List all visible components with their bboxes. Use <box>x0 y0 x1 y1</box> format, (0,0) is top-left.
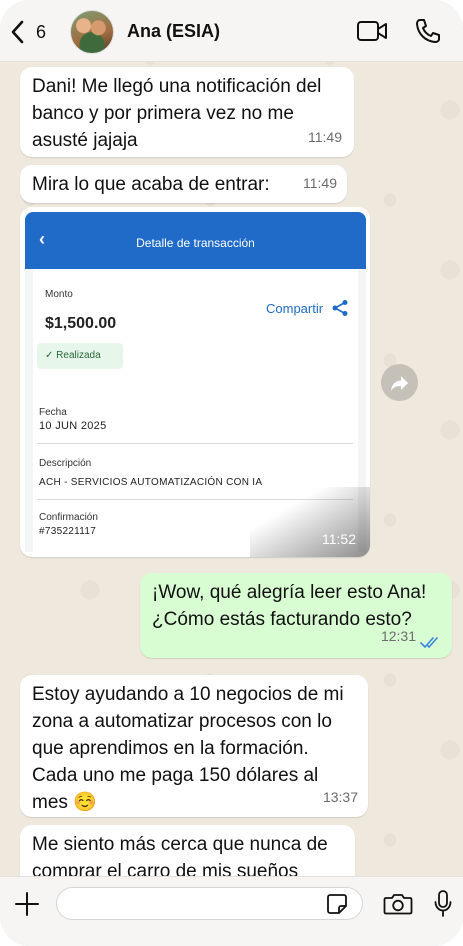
message-time: 11:49 <box>308 129 342 145</box>
read-ticks-icon <box>420 637 438 648</box>
voice-call-button[interactable] <box>414 17 442 50</box>
status-badge: ✓ Realizada <box>37 343 123 369</box>
confirmation-value: #735221117 <box>39 526 97 537</box>
unread-count: 6 <box>36 21 47 42</box>
microphone-button[interactable] <box>433 889 453 924</box>
chat-header: 6 Ana (ESIA) <box>0 0 463 62</box>
message-time: 11:52 <box>322 531 356 547</box>
transaction-title: Detalle de transacción <box>136 236 255 250</box>
date-value: 10 JUN 2025 <box>39 420 107 432</box>
message-bubble-outgoing[interactable]: ¡Wow, qué alegría leer esto Ana! ¿Cómo e… <box>140 573 452 658</box>
video-call-button[interactable] <box>356 19 388 48</box>
share-link: Compartir <box>266 299 349 317</box>
microphone-icon <box>434 890 452 917</box>
attach-button[interactable] <box>14 891 40 922</box>
message-text: Mira lo que acaba de entrar: <box>32 174 270 195</box>
divider <box>37 443 353 444</box>
video-camera-icon <box>357 21 387 41</box>
chevron-left-icon <box>11 20 24 44</box>
avatar[interactable] <box>70 10 114 54</box>
back-button[interactable]: 6 <box>10 20 46 44</box>
plus-icon <box>15 892 39 916</box>
confirmation-label: Confirmación <box>39 512 98 523</box>
contact-name[interactable]: Ana (ESIA) <box>127 21 220 42</box>
message-time: 13:37 <box>322 789 358 805</box>
forward-icon <box>390 375 408 391</box>
description-value: ACH - SERVICIOS AUTOMATIZACIÓN CON IA <box>39 477 263 488</box>
forward-button[interactable] <box>381 364 418 401</box>
message-time: 11:49 <box>303 175 337 191</box>
composer-bar <box>0 876 463 946</box>
sticker-icon <box>327 894 347 914</box>
image-message[interactable]: ‹ Detalle de transacción Monto $1,500.00… <box>20 207 370 557</box>
message-bubble-incoming[interactable]: Mira lo que acaba de entrar: 11:49 <box>20 165 347 203</box>
sticker-button[interactable] <box>326 893 348 920</box>
amount-value: $1,500.00 <box>45 315 117 332</box>
camera-button[interactable] <box>383 892 413 921</box>
share-icon <box>332 300 348 316</box>
description-label: Descripción <box>39 458 92 469</box>
date-label: Fecha <box>39 407 67 418</box>
message-time: 12:31 <box>380 628 416 644</box>
phone-icon <box>416 19 440 43</box>
message-text: Estoy ayudando a 10 negocios de mi zona … <box>32 684 344 813</box>
amount-label: Monto <box>45 289 73 300</box>
share-label: Compartir <box>266 300 324 316</box>
message-bubble-incoming[interactable]: Estoy ayudando a 10 negocios de mi zona … <box>20 675 368 817</box>
camera-icon <box>383 894 413 915</box>
phone-screen: 6 Ana (ESIA) Dani! Me llegó una notifica… <box>0 0 463 946</box>
message-bubble-incoming[interactable]: Dani! Me llegó una notificación del banc… <box>20 67 354 157</box>
transaction-header: ‹ Detalle de transacción <box>25 212 366 269</box>
message-text: Dani! Me llegó una notificación del banc… <box>32 76 322 151</box>
message-input[interactable] <box>56 887 363 920</box>
